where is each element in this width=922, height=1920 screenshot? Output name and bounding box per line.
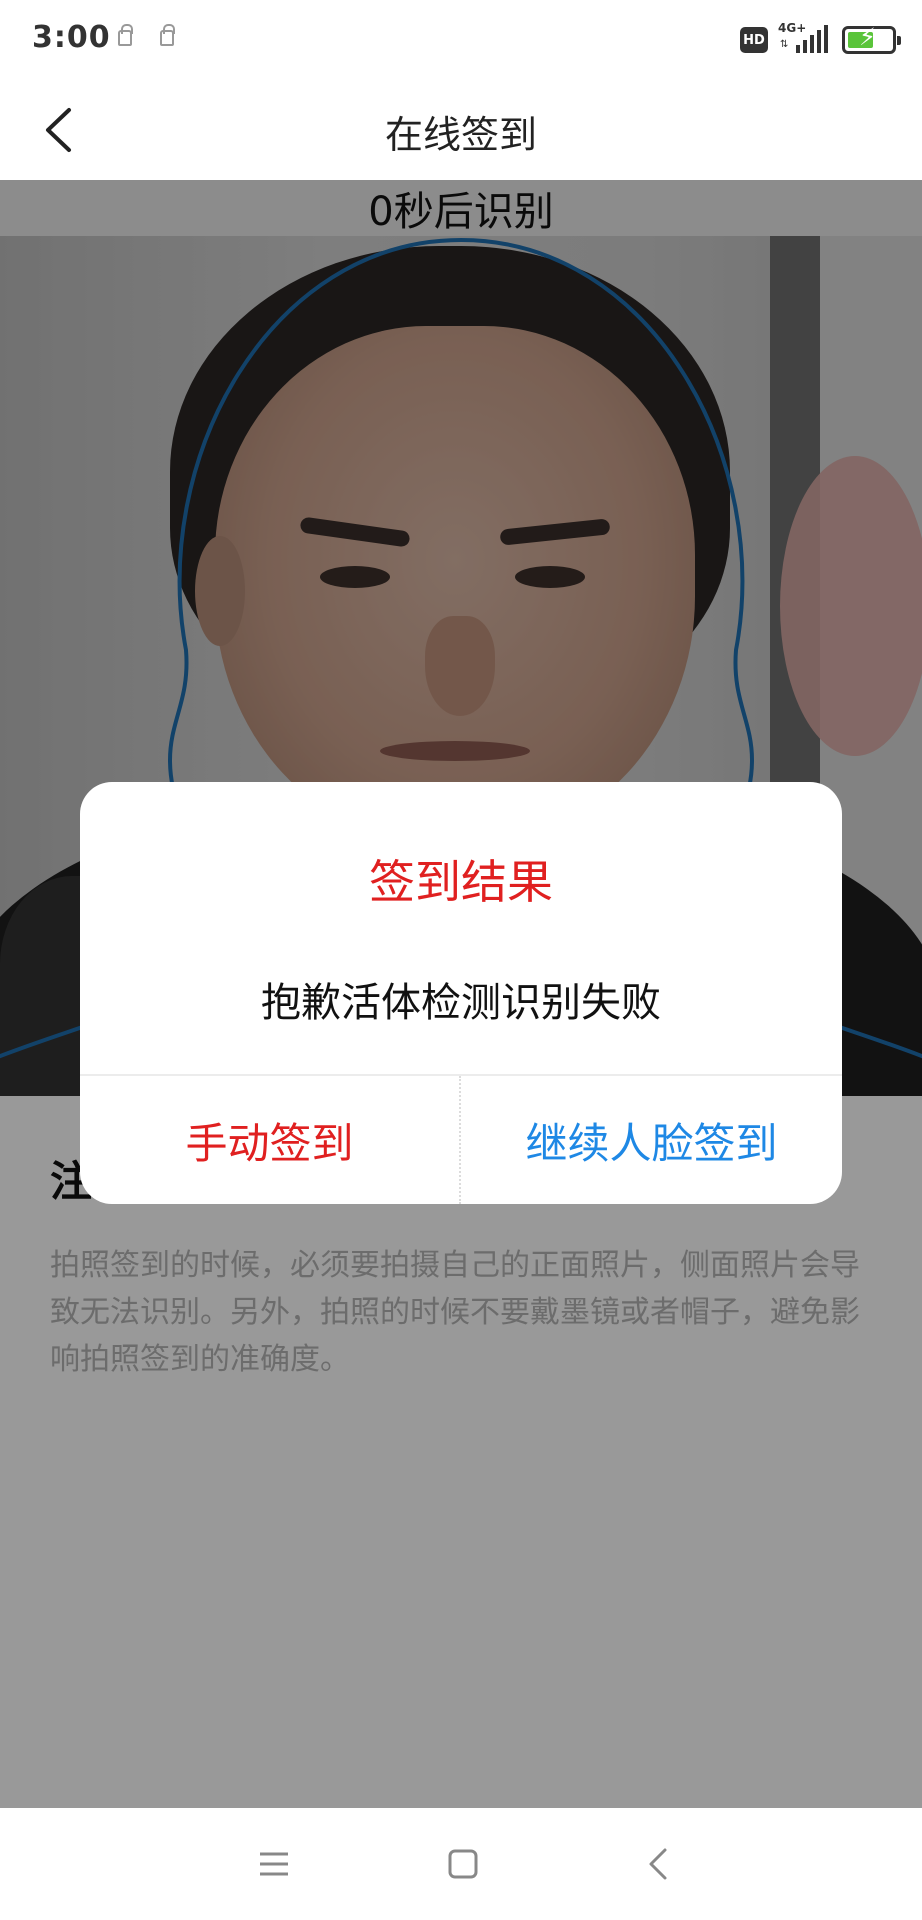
continue-face-sign-in-button[interactable]: 继续人脸签到 (461, 1076, 842, 1204)
battery-icon: ⚡ (842, 25, 901, 54)
notification-lock-icon (118, 24, 133, 46)
back-icon[interactable] (636, 1842, 680, 1886)
status-time: 3:00 (32, 20, 111, 55)
system-navigation-bar (0, 1808, 922, 1920)
signal-icon: 4G+ ⇅ (778, 21, 832, 55)
status-bar: 3:00 HD 4G+ ⇅ ⚡ (0, 0, 922, 80)
menu-icon[interactable] (252, 1842, 296, 1886)
dialog-message: 抱歉活体检测识别失败 (261, 980, 661, 1026)
sign-in-result-dialog: 签到结果 抱歉活体检测识别失败 手动签到 继续人脸签到 (80, 782, 842, 1204)
page-title: 在线签到 (384, 113, 537, 157)
navigation-bar: 在线签到 (0, 80, 922, 180)
notification-lock-icon (160, 24, 175, 46)
manual-sign-in-button[interactable]: 手动签到 (80, 1076, 459, 1204)
hd-badge: HD (740, 27, 768, 53)
home-icon[interactable] (441, 1842, 485, 1886)
dialog-title: 签到结果 (369, 855, 553, 909)
